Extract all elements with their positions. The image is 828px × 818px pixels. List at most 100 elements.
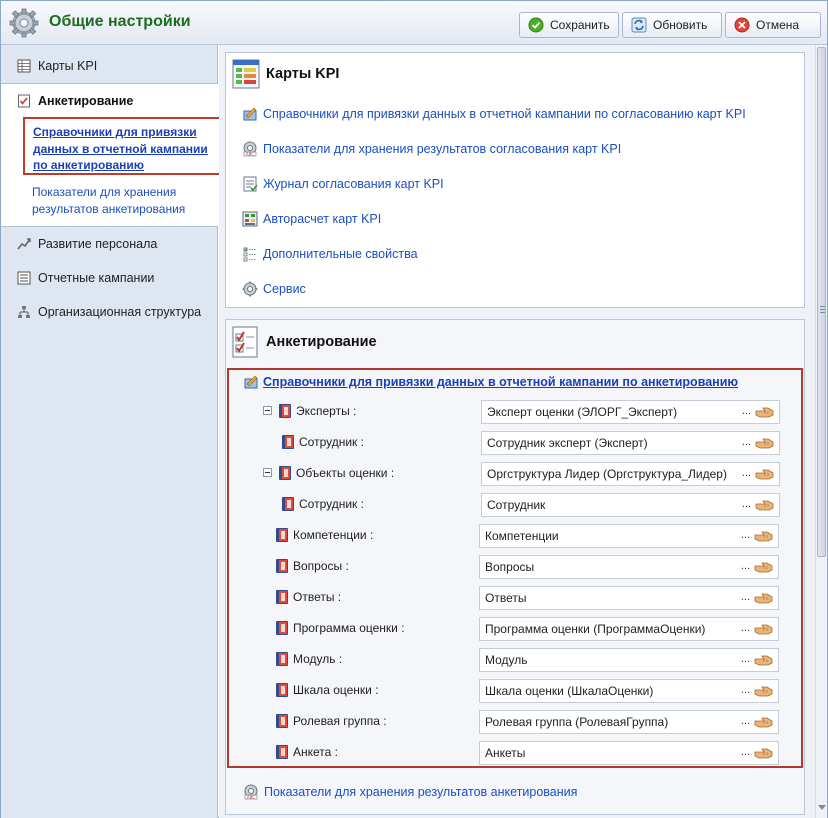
reference-row-label-text: Модуль : (293, 652, 343, 666)
reference-book-icon (279, 404, 291, 418)
sidebar-item-staff-development[interactable]: Развитие персонала (1, 229, 217, 259)
sidebar-item-kpi-cards[interactable]: Карты KPI (1, 51, 217, 81)
reference-row-label: Программа оценки : (276, 619, 405, 637)
save-button[interactable]: Сохранить (519, 12, 619, 38)
reference-field-value: Модуль (485, 653, 528, 667)
reference-book-icon (282, 435, 294, 449)
kpi-link-label: Дополнительные свойства (263, 247, 418, 261)
survey-indicators-link-label: Показатели для хранения результатов анке… (264, 785, 578, 799)
select-hand-icon[interactable] (754, 685, 774, 697)
select-hand-icon[interactable] (754, 530, 774, 542)
survey-indicators-link[interactable]: ABC Показатели для хранения результатов … (243, 783, 577, 801)
kpi-link-label: Справочники для привязки данных в отчетн… (263, 107, 746, 121)
cancel-button[interactable]: Отмена (725, 12, 821, 38)
reference-row-label-text: Компетенции : (293, 528, 374, 542)
select-hand-icon[interactable] (754, 592, 774, 604)
sidebar-subitem-survey-indicators[interactable]: Показатели для хранения результатов анке… (32, 184, 212, 217)
reference-field[interactable]: Компетенции... (479, 524, 779, 548)
reference-field[interactable]: Оргструктура Лидер (Оргструктура_Лидер).… (481, 462, 780, 486)
browse-button[interactable]: ... (741, 529, 750, 541)
select-hand-icon[interactable] (754, 561, 774, 573)
reference-field[interactable]: Вопросы... (479, 555, 779, 579)
reference-book-icon (276, 590, 288, 604)
sidebar-item-label: Организационная структура (38, 305, 202, 319)
reference-field[interactable]: Эксперт оценки (ЭЛОРГ_Эксперт)... (481, 400, 780, 424)
tree-collapse-icon[interactable] (263, 406, 272, 415)
reference-field[interactable]: Ответы... (479, 586, 779, 610)
kpi-link-service[interactable]: Сервис (242, 280, 306, 298)
select-hand-icon[interactable] (755, 437, 775, 449)
svg-text:ABC: ABC (246, 152, 254, 157)
sidebar-item-survey[interactable]: Анкетирование (17, 94, 133, 108)
kpi-link-label: Сервис (263, 282, 306, 296)
select-hand-icon[interactable] (754, 623, 774, 635)
browse-button[interactable]: ... (741, 653, 750, 665)
reference-field[interactable]: Шкала оценки (ШкалаОценки)... (479, 679, 779, 703)
kpi-link-label: Авторасчет карт KPI (263, 212, 382, 226)
settings-window: Общие настройки Сохранить Обновить Отмен… (0, 0, 828, 818)
reference-field[interactable]: Ролевая группа (РолеваяГруппа)... (479, 710, 779, 734)
survey-references-link[interactable]: Справочники для привязки данных в отчетн… (243, 373, 738, 391)
select-hand-icon[interactable] (755, 468, 775, 480)
sidebar-item-reporting-campaigns[interactable]: Отчетные кампании (1, 263, 217, 293)
reference-field[interactable]: Сотрудник эксперт (Эксперт)... (481, 431, 780, 455)
reference-field-value: Анкеты (485, 746, 526, 760)
kpi-link-journal[interactable]: Журнал согласования карт KPI (242, 175, 444, 193)
org-chart-icon (18, 306, 30, 318)
journal-icon (243, 176, 258, 192)
sidebar-subitem-survey-references[interactable]: Справочники для привязки данных в отчетн… (33, 124, 213, 174)
save-button-label: Сохранить (550, 18, 610, 32)
reference-row-label: Объекты оценки : (279, 464, 394, 482)
sidebar-selected-highlight: Справочники для привязки данных в отчетн… (23, 117, 221, 175)
reference-field[interactable]: Программа оценки (ПрограммаОценки)... (479, 617, 779, 641)
kpi-link-additional-properties[interactable]: Дополнительные свойства (242, 245, 418, 263)
survey-panel-title: Анкетирование (266, 334, 377, 350)
select-hand-icon[interactable] (754, 716, 774, 728)
browse-button[interactable]: ... (742, 405, 751, 417)
survey-checklist-icon (232, 326, 258, 358)
browse-button[interactable]: ... (741, 560, 750, 572)
reference-row-label-text: Анкета : (293, 745, 338, 759)
reference-row-label: Вопросы : (276, 557, 349, 575)
browse-button[interactable]: ... (741, 591, 750, 603)
reference-field[interactable]: Модуль... (479, 648, 779, 672)
browse-button[interactable]: ... (742, 498, 751, 510)
browse-button[interactable]: ... (741, 746, 750, 758)
growth-icon (17, 238, 31, 250)
refresh-button[interactable]: Обновить (622, 12, 722, 38)
reference-field[interactable]: Сотрудник... (481, 493, 780, 517)
kpi-link-autocalc[interactable]: Авторасчет карт KPI (242, 210, 381, 228)
calc-icon (242, 211, 258, 227)
reference-book-icon (276, 652, 288, 666)
kpi-panel-title: Карты KPI (266, 66, 340, 82)
reference-row-label-text: Сотрудник : (299, 435, 364, 449)
browse-button[interactable]: ... (741, 622, 750, 634)
select-hand-icon[interactable] (754, 747, 774, 759)
select-hand-icon[interactable] (755, 499, 775, 511)
vertical-scrollbar[interactable] (815, 45, 827, 818)
kpi-link-indicators[interactable]: ABC Показатели для хранения результатов … (242, 140, 621, 158)
select-hand-icon[interactable] (754, 654, 774, 666)
select-hand-icon[interactable] (755, 406, 775, 418)
browse-button[interactable]: ... (742, 467, 751, 479)
reference-field[interactable]: Анкеты... (479, 741, 779, 765)
close-icon (734, 17, 750, 33)
reference-book-icon (279, 466, 291, 480)
tree-collapse-icon[interactable] (263, 468, 272, 477)
scrollbar-thumb[interactable] (817, 47, 826, 557)
scroll-down-arrow-icon[interactable] (818, 805, 826, 810)
scrollbar-grip (820, 309, 825, 310)
browse-button[interactable]: ... (741, 715, 750, 727)
browse-button[interactable]: ... (741, 684, 750, 696)
list-icon (17, 271, 31, 285)
browse-button[interactable]: ... (742, 436, 751, 448)
reference-field-value: Вопросы (485, 560, 535, 574)
abc-gear-icon: ABC (243, 141, 257, 157)
kpi-table-icon (232, 59, 260, 89)
reference-field-value: Ответы (485, 591, 527, 605)
sidebar-active-section: Анкетирование Справочники для привязки д… (1, 83, 221, 227)
sidebar-item-org-structure[interactable]: Организационная структура (1, 297, 217, 327)
kpi-link-label: Журнал согласования карт KPI (263, 177, 444, 191)
reference-row-label: Модуль : (276, 650, 342, 668)
kpi-link-references[interactable]: Справочники для привязки данных в отчетн… (242, 105, 746, 123)
